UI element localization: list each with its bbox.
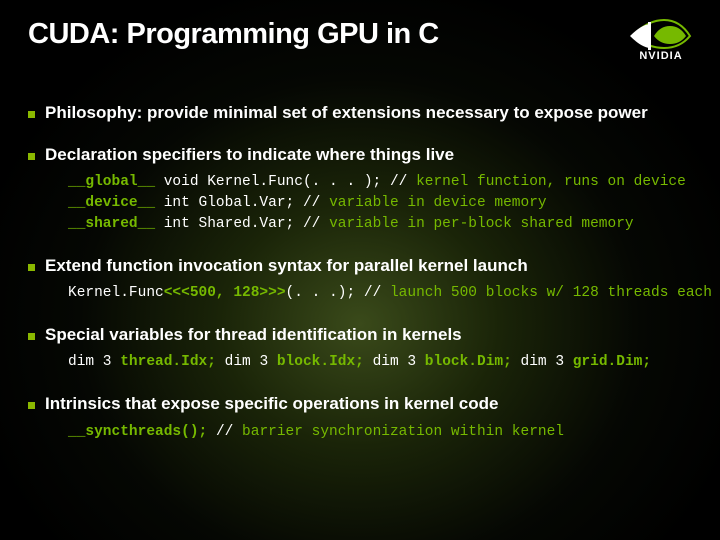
- point-title: Declaration specifiers to indicate where…: [45, 144, 454, 166]
- comment-slashes: //: [390, 174, 416, 190]
- code-block: dim 3 thread.Idx; dim 3 block.Idx; dim 3…: [68, 352, 692, 373]
- comment-text: launch 500 blocks w/ 128 threads each: [390, 285, 712, 301]
- bullet-point: Extend function invocation syntax for pa…: [28, 255, 692, 304]
- bullet-point: Declaration specifiers to indicate where…: [28, 144, 692, 235]
- comment-slashes: //: [303, 216, 329, 232]
- code-text: [207, 424, 216, 440]
- code-text: dim 3: [512, 354, 573, 370]
- code-text: int Shared.Var;: [155, 216, 303, 232]
- bullet-icon: [28, 402, 35, 409]
- bullet-icon: [28, 111, 35, 118]
- code-text: dim 3: [364, 354, 425, 370]
- keyword: <<<500, 128>>>: [164, 285, 286, 301]
- keyword: __device__: [68, 195, 155, 211]
- comment-slashes: //: [303, 195, 329, 211]
- nvidia-logo-text: NVIDIA: [639, 50, 682, 62]
- code-block: Kernel.Func<<<500, 128>>>(. . .); // lau…: [68, 283, 692, 304]
- code-text: (. . .);: [286, 285, 364, 301]
- bullet-row: Philosophy: provide minimal set of exten…: [28, 102, 692, 124]
- comment-slashes: //: [216, 424, 242, 440]
- nvidia-eye-icon: [630, 14, 692, 52]
- code-text: dim 3: [68, 354, 120, 370]
- code-line: dim 3 thread.Idx; dim 3 block.Idx; dim 3…: [68, 352, 692, 373]
- keyword: grid.Dim;: [573, 354, 651, 370]
- keyword: block.Idx;: [277, 354, 364, 370]
- code-line: __syncthreads(); // barrier synchronizat…: [68, 422, 692, 443]
- code-text: dim 3: [216, 354, 277, 370]
- code-block: __global__ void Kernel.Func(. . . ); // …: [68, 172, 692, 235]
- bullet-row: Declaration specifiers to indicate where…: [28, 144, 692, 166]
- bullet-row: Intrinsics that expose specific operatio…: [28, 393, 692, 415]
- comment-text: variable in per-block shared memory: [329, 216, 634, 232]
- keyword: thread.Idx;: [120, 354, 216, 370]
- comment-text: kernel function, runs on device: [416, 174, 686, 190]
- bullet-point: Philosophy: provide minimal set of exten…: [28, 102, 692, 124]
- point-title: Extend function invocation syntax for pa…: [45, 255, 528, 277]
- code-line: __global__ void Kernel.Func(. . . ); // …: [68, 172, 692, 193]
- code-line: __shared__ int Shared.Var; // variable i…: [68, 214, 692, 235]
- point-title: Special variables for thread identificat…: [45, 324, 462, 346]
- keyword: __global__: [68, 174, 155, 190]
- header: CUDA: Programming GPU in C NVIDIA: [28, 18, 692, 62]
- point-title: Philosophy: provide minimal set of exten…: [45, 102, 648, 124]
- keyword: __syncthreads();: [68, 424, 207, 440]
- bullet-point: Special variables for thread identificat…: [28, 324, 692, 373]
- comment-slashes: //: [364, 285, 390, 301]
- bullet-point: Intrinsics that expose specific operatio…: [28, 393, 692, 442]
- code-text: int Global.Var;: [155, 195, 303, 211]
- code-block: __syncthreads(); // barrier synchronizat…: [68, 422, 692, 443]
- bullet-row: Extend function invocation syntax for pa…: [28, 255, 692, 277]
- code-line: __device__ int Global.Var; // variable i…: [68, 193, 692, 214]
- code-text: Kernel.Func: [68, 285, 164, 301]
- point-title: Intrinsics that expose specific operatio…: [45, 393, 498, 415]
- nvidia-logo: NVIDIA: [630, 14, 692, 62]
- bullet-row: Special variables for thread identificat…: [28, 324, 692, 346]
- comment-text: variable in device memory: [329, 195, 547, 211]
- bullet-icon: [28, 333, 35, 340]
- code-text: void Kernel.Func(. . . );: [155, 174, 390, 190]
- bullet-icon: [28, 264, 35, 271]
- keyword: block.Dim;: [425, 354, 512, 370]
- bullet-icon: [28, 153, 35, 160]
- keyword: __shared__: [68, 216, 155, 232]
- slide-title: CUDA: Programming GPU in C: [28, 18, 439, 51]
- code-line: Kernel.Func<<<500, 128>>>(. . .); // lau…: [68, 283, 692, 304]
- comment-text: barrier synchronization within kernel: [242, 424, 564, 440]
- slide: CUDA: Programming GPU in C NVIDIA Philos…: [0, 0, 720, 540]
